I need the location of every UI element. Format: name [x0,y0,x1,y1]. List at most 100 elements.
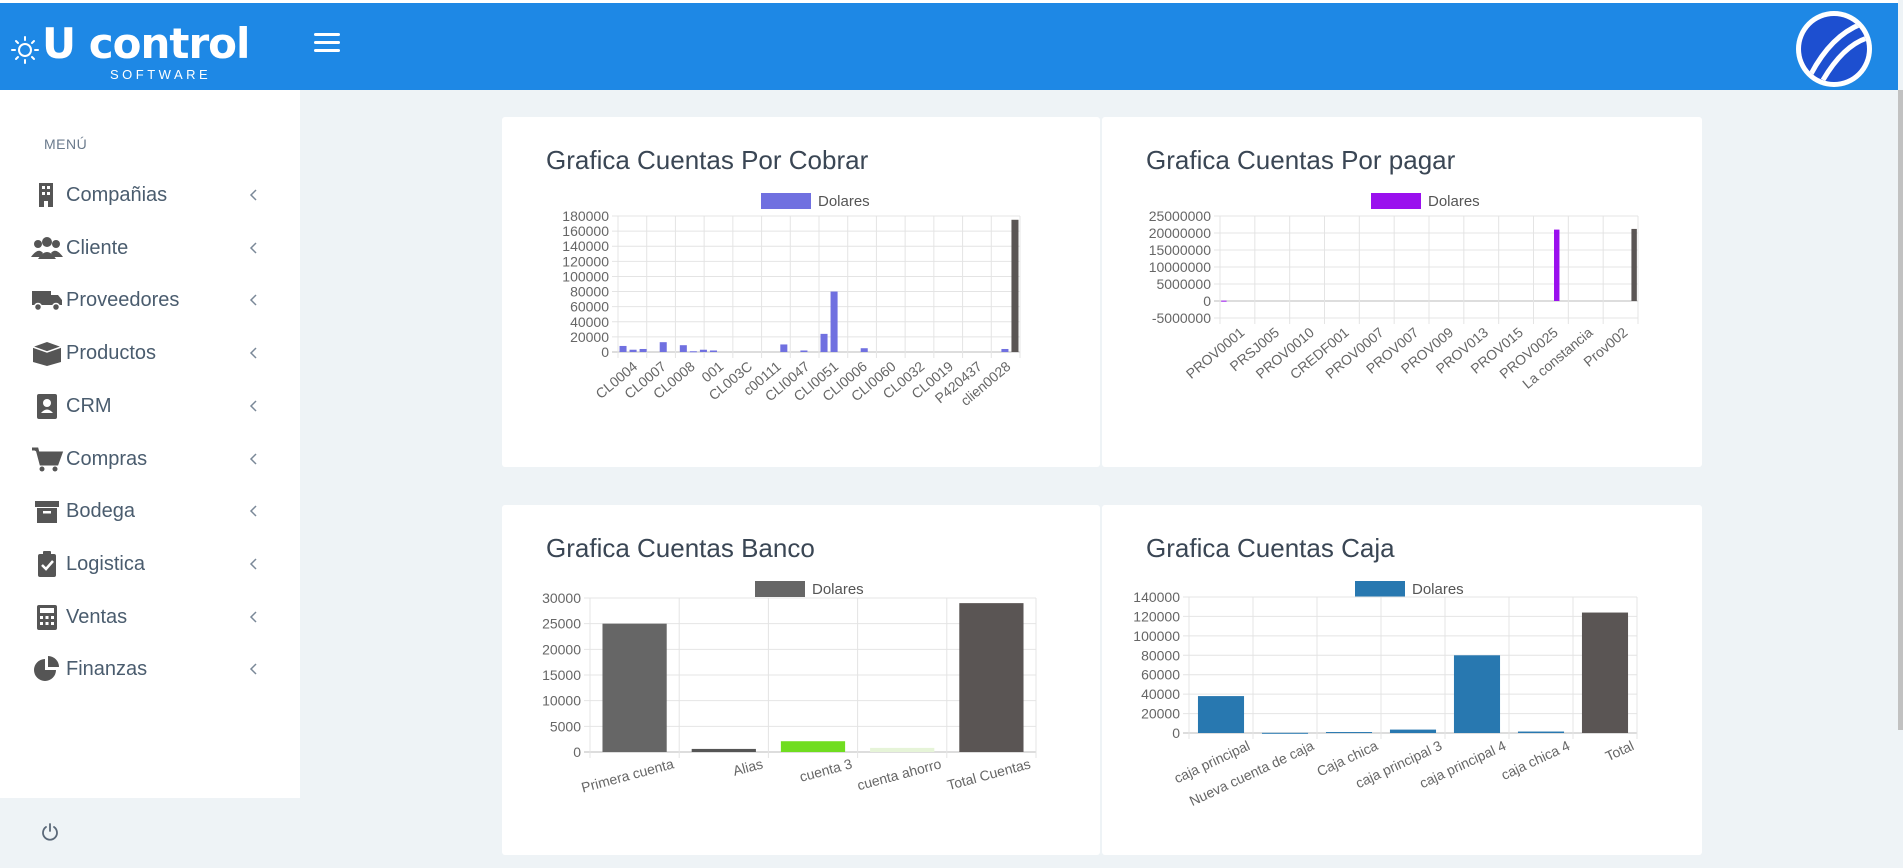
card-title-banco: Grafica Cuentas Banco [546,533,815,563]
bar[interactable] [679,345,687,352]
chart-cuentas-por-cobrar: Dolares 020000400006000080000100000120000… [562,193,1021,409]
card-title-pagar: Grafica Cuentas Por pagar [1146,145,1456,175]
top-navbar: U control SOFTWARE [0,0,1898,90]
y-tick-label: 60000 [1141,667,1180,683]
bar[interactable] [1325,732,1373,734]
y-tick-label: 60000 [570,299,609,315]
page-scrollbar[interactable] [1898,90,1903,730]
bar[interactable] [659,342,667,352]
chevron-left-icon [249,400,257,412]
y-tick-label: 20000 [1141,706,1180,722]
brand-logo[interactable]: U control SOFTWARE [8,15,298,82]
y-tick-label: 10000 [542,693,581,709]
card-cuentas-caja: Grafica Cuentas Caja Dolares 0 20000 40000 6… [1102,505,1702,855]
bar[interactable] [870,747,935,752]
bar[interactable] [780,741,846,752]
bar[interactable] [1001,348,1009,352]
y-tick-label: 5000000 [1156,276,1211,292]
bar[interactable] [639,348,647,352]
legend-label[interactable]: Dolares [818,193,870,210]
bar[interactable] [860,348,868,352]
bar[interactable] [959,603,1024,752]
chevron-left-icon [249,294,257,306]
chevron-left-icon [249,189,257,201]
bar[interactable] [780,344,788,352]
chart-cuentas-por-pagar: Dolares-50000000500000010000000150000002… [1149,193,1639,392]
sidebar-item-finanzas[interactable]: Finanzas [0,646,300,692]
avatar-logo-icon [1808,21,1867,82]
y-tick-label: 25000 [542,616,581,632]
card-cuentas-banco: Grafica Cuentas Banco Dolares 0 5000 10000 1… [502,505,1100,855]
brand-subtitle: SOFTWARE [110,67,212,82]
bar[interactable] [1221,300,1227,302]
sidebar-item-label: Cliente [66,236,129,259]
sidebar-item-ventas[interactable]: Ventas [0,594,300,640]
bar[interactable] [800,350,808,352]
y-tick-label: -5000000 [1152,310,1211,326]
chart-cuentas-banco: Dolares 0 5000 10000 15000 20000 25000 30000 Pri… [542,581,1037,795]
bar[interactable] [1011,219,1019,352]
bar[interactable] [830,291,838,352]
chevron-left-icon [249,663,257,675]
hamburger-menu-icon[interactable] [314,33,340,55]
bar[interactable] [1261,732,1309,734]
sidebar-item-productos[interactable]: Productos [0,330,300,376]
bar[interactable] [1554,229,1560,301]
bar[interactable] [602,623,667,752]
sidebar-item-logistica[interactable]: Logistica [0,541,300,587]
y-tick-label: 160000 [562,223,609,239]
legend-swatch[interactable] [761,193,811,209]
bar[interactable] [709,350,717,352]
bar[interactable] [1581,612,1629,733]
chevron-left-icon [249,347,257,359]
bar[interactable] [629,349,637,352]
sidebar-item-cliente[interactable]: Cliente [0,225,300,271]
legend-label[interactable]: Dolares [1412,581,1464,598]
users-icon [31,236,63,259]
bar[interactable] [1453,655,1501,733]
sidebar-item-label: Compras [66,447,148,470]
sidebar-item-compras[interactable]: Compras [0,436,300,482]
legend-swatch[interactable] [1355,581,1405,597]
bar[interactable] [699,349,707,352]
sidebar-item-companias[interactable]: Compañias [0,172,300,218]
sidebar-item-proveedores[interactable]: Proveedores [0,277,300,323]
legend-label[interactable]: Dolares [1428,193,1480,210]
y-tick-label: 25000000 [1149,208,1212,224]
chevron-left-icon [249,505,257,517]
brand-name: U control [42,19,250,68]
bar[interactable] [619,345,627,352]
card-cuentas-por-cobrar: Grafica Cuentas Por Cobrar Dolares 0 20000… [502,117,1100,467]
y-tick-label: 20000 [570,329,609,345]
y-tick-label: 180000 [562,208,609,224]
y-tick-label: 5000 [550,718,581,734]
y-tick-label: 30000 [542,590,581,606]
legend-swatch[interactable] [755,581,805,597]
x-tick-label: Total Cuentas [945,755,1032,793]
y-tick-label: 140000 [1133,589,1180,605]
bar[interactable] [691,748,756,752]
bar[interactable] [1517,731,1565,733]
bar[interactable] [689,351,697,353]
sidebar-item-label: Proveedores [66,289,180,312]
x-tick-label: cuenta 3 [798,755,854,784]
legend-label[interactable]: Dolares [812,581,864,598]
bar[interactable] [1631,228,1637,301]
user-avatar[interactable] [1796,11,1872,87]
sidebar-item-label: Bodega [66,500,135,523]
chevron-left-icon [249,452,257,465]
bar[interactable] [820,333,828,352]
legend-swatch[interactable] [1371,193,1421,209]
sidebar-item-label: Finanzas [66,658,148,681]
sidebar-item-label: Productos [66,342,157,365]
y-tick-label: 15000000 [1149,242,1212,258]
main-content: Grafica Cuentas Por Cobrar Dolares 0 20000… [300,90,1898,868]
sidebar-item-label: Ventas [66,605,128,628]
truck-icon [32,291,62,312]
y-tick-label: 0 [1203,293,1211,309]
bar[interactable] [1197,696,1245,733]
sidebar-item-bodega[interactable]: Bodega [0,488,300,534]
power-icon[interactable] [40,822,60,842]
bar[interactable] [1389,729,1437,733]
sidebar-item-crm[interactable]: CRM [0,383,300,429]
